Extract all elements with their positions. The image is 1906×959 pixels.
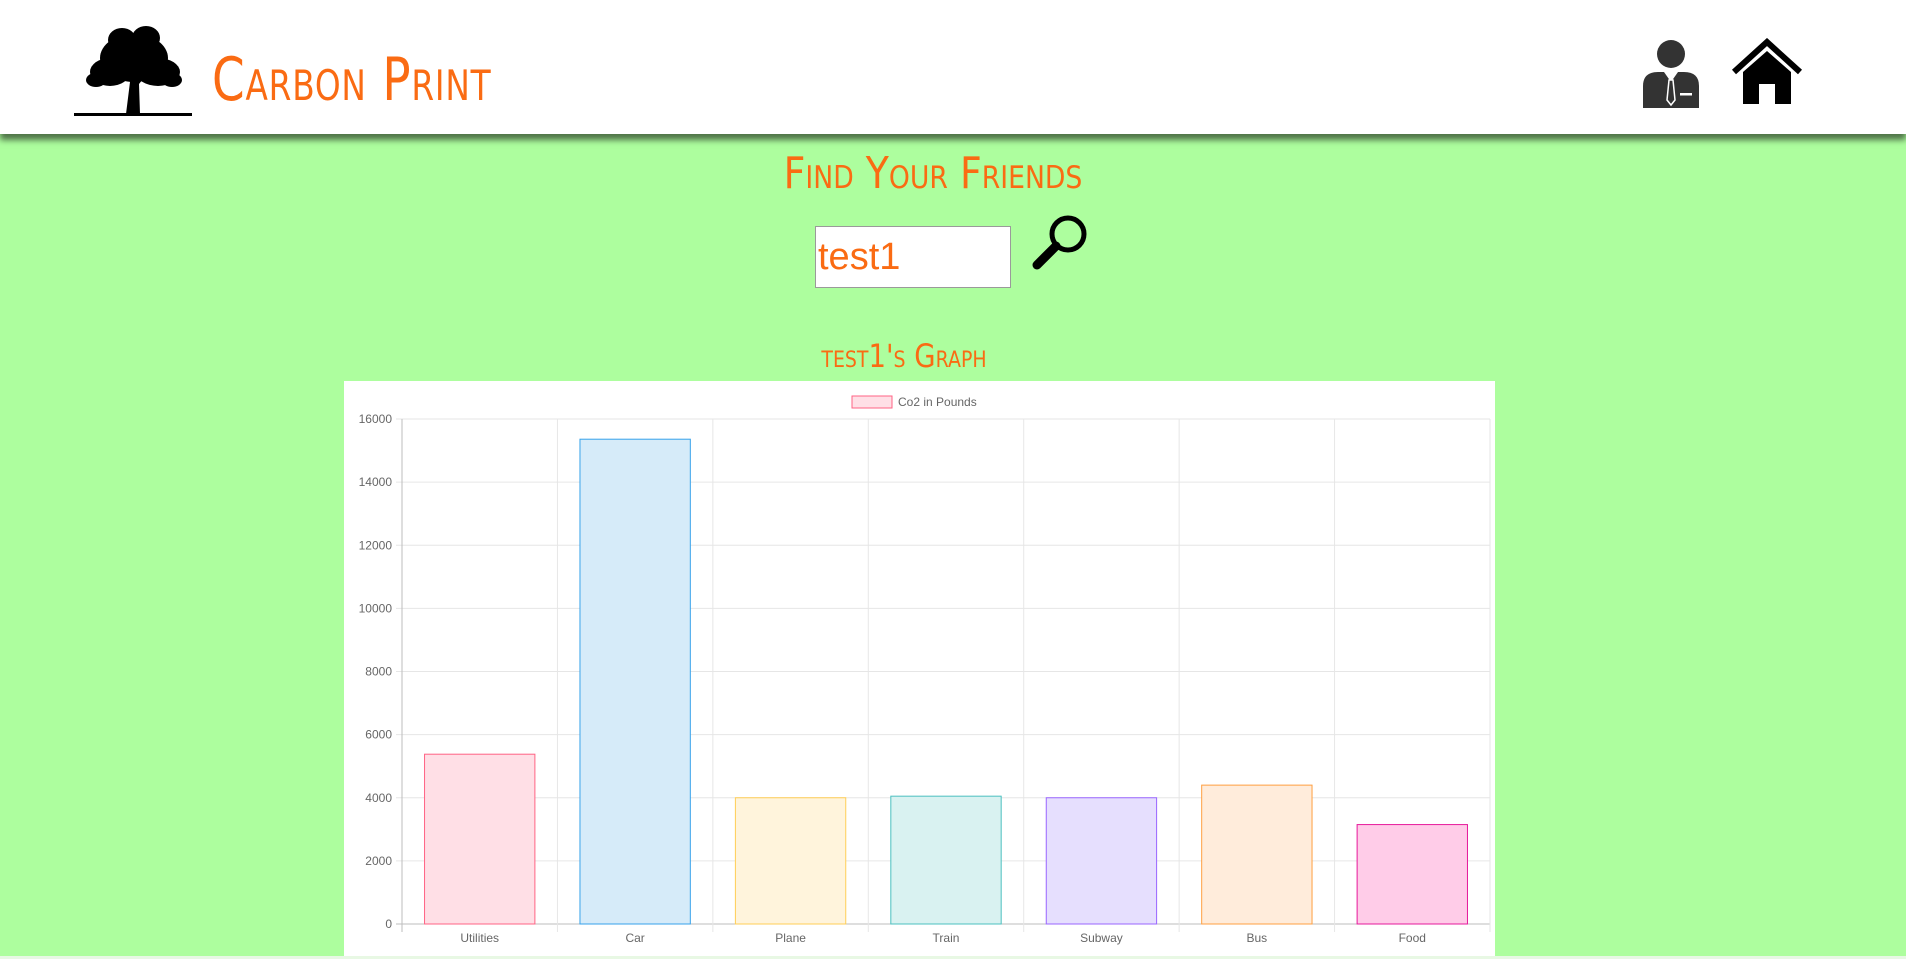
profile-icon[interactable] xyxy=(1640,40,1700,110)
y-tick-label: 4000 xyxy=(365,791,392,805)
co2-bar-chart: 0 2000 4000 6000 8000 10000 12000 14000 16000 Uti… xyxy=(344,381,1495,956)
y-tick-label: 12000 xyxy=(359,538,393,552)
friend-search-input[interactable] xyxy=(815,226,1011,288)
bar-subway xyxy=(1045,797,1158,925)
x-tick-label: Train xyxy=(933,931,960,945)
find-friends-title: Find Your Friends xyxy=(783,148,1083,199)
bar-utilities xyxy=(424,753,536,925)
bar-plane xyxy=(734,797,847,925)
y-tick-label: 0 xyxy=(385,917,392,931)
y-tick-label: 6000 xyxy=(365,728,392,742)
home-icon[interactable] xyxy=(1730,38,1804,106)
y-tick-label: 2000 xyxy=(365,854,392,868)
bar-food xyxy=(1356,824,1468,925)
bar-train xyxy=(890,795,1002,925)
graph-title: test1's Graph xyxy=(821,337,987,375)
brand-title: Carbon Print xyxy=(212,45,492,115)
x-tick-label: Utilities xyxy=(460,931,499,945)
search-icon[interactable] xyxy=(1030,212,1090,272)
navbar: Carbon Print xyxy=(0,0,1906,134)
tree-logo-icon xyxy=(74,26,192,116)
bar-bus xyxy=(1201,784,1313,925)
y-tick-label: 8000 xyxy=(365,665,392,679)
y-tick-label: 10000 xyxy=(359,601,393,615)
y-tick-label: 16000 xyxy=(359,412,393,426)
y-tick-label: 14000 xyxy=(359,475,393,489)
x-tick-label: Bus xyxy=(1247,931,1268,945)
x-tick-label: Food xyxy=(1399,931,1426,945)
chart-svg: 0 2000 4000 6000 8000 10000 12000 14000 16000 Uti… xyxy=(359,395,1491,945)
x-tick-label: Plane xyxy=(775,931,806,945)
x-tick-label: Subway xyxy=(1080,931,1123,945)
x-tick-label: Car xyxy=(625,931,644,945)
legend-label: Co2 in Pounds xyxy=(898,395,977,409)
legend-swatch xyxy=(851,395,893,409)
bar-car xyxy=(579,438,691,925)
